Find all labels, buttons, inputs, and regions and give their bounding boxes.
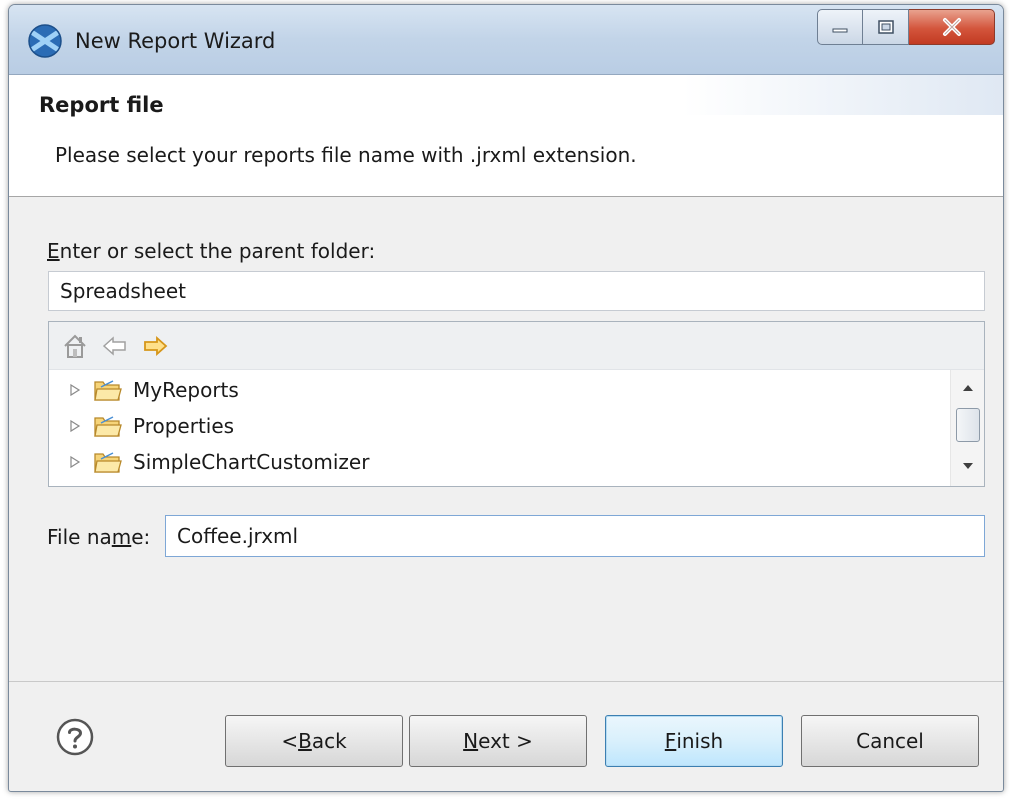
cancel-button-label: Cancel [856, 729, 924, 753]
file-name-label-post: e: [131, 525, 151, 549]
back-button[interactable]: < Back [225, 715, 403, 767]
expand-arrow-icon[interactable] [69, 383, 81, 397]
back-button-label-post: ack [311, 729, 347, 753]
back-arrow-icon[interactable] [101, 332, 129, 360]
tree-toolbar [49, 322, 984, 370]
parent-folder-value: Spreadsheet [60, 279, 186, 303]
scroll-up-icon [962, 385, 973, 391]
page-title: Report file [39, 93, 164, 117]
parent-folder-input[interactable]: Spreadsheet [48, 271, 985, 311]
parent-folder-label-text: nter or select the parent folder: [59, 239, 376, 263]
minimize-icon [832, 28, 848, 33]
close-icon [942, 18, 961, 36]
next-button-mnemonic: N [463, 729, 479, 753]
back-button-mnemonic: B [298, 729, 312, 753]
title-bar[interactable]: New Report Wizard [9, 5, 1003, 75]
folder-icon [94, 452, 122, 473]
window-title: New Report Wizard [75, 29, 276, 53]
next-button-label-post: ext > [478, 729, 533, 753]
tree-item[interactable]: SimpleChartCustomizer [49, 443, 369, 481]
forward-arrow-icon[interactable] [141, 332, 169, 360]
file-name-input[interactable]: Coffee.jrxml [165, 515, 985, 557]
close-button[interactable] [909, 9, 995, 45]
tree-scrollbar[interactable] [950, 370, 984, 486]
expand-arrow-icon[interactable] [69, 419, 81, 433]
file-name-value: Coffee.jrxml [177, 524, 299, 548]
cancel-button[interactable]: Cancel [801, 715, 979, 767]
expand-arrow-icon[interactable] [69, 455, 81, 469]
file-name-label-mnemonic: m [111, 525, 132, 549]
help-icon[interactable] [55, 717, 95, 757]
tree-item[interactable]: MyReports [49, 371, 239, 409]
back-button-label-pre: < [281, 729, 299, 753]
finish-button-mnemonic: F [664, 729, 677, 753]
next-button[interactable]: Next > [409, 715, 587, 767]
scroll-down-icon [962, 463, 973, 469]
finish-button-label-post: inish [676, 729, 724, 753]
folder-icon [94, 380, 122, 401]
caption-buttons [817, 9, 995, 47]
minimize-button[interactable] [817, 9, 863, 45]
jaspersoft-app-icon [28, 24, 62, 58]
tree-item-label: SimpleChartCustomizer [133, 450, 370, 474]
tree-item-label: Properties [133, 414, 235, 438]
home-icon[interactable] [61, 332, 89, 360]
scroll-up-button[interactable] [951, 374, 984, 402]
tree-item[interactable]: Properties [49, 407, 234, 445]
folder-tree: MyReports Properties SimpleChartCustomiz… [48, 321, 985, 487]
maximize-icon [877, 20, 894, 34]
wizard-window: New Report Wizard Report file Please sel… [8, 4, 1004, 792]
parent-folder-label: Enter or select the parent folder: [47, 239, 375, 263]
footer-separator [9, 681, 1003, 682]
page-description: Please select your reports file name wit… [55, 143, 637, 167]
scroll-down-button[interactable] [951, 452, 984, 480]
finish-button[interactable]: Finish [605, 715, 783, 767]
maximize-button[interactable] [863, 9, 909, 45]
file-name-label: File name: [47, 525, 150, 549]
folder-icon [94, 416, 122, 437]
parent-folder-label-mnemonic: E [47, 239, 60, 263]
header-decoration [683, 75, 1003, 115]
scroll-thumb[interactable] [956, 408, 980, 442]
tree-item-label: MyReports [133, 378, 239, 402]
wizard-header: Report file Please select your reports f… [9, 75, 1003, 197]
file-name-label-pre: File na [47, 525, 112, 549]
